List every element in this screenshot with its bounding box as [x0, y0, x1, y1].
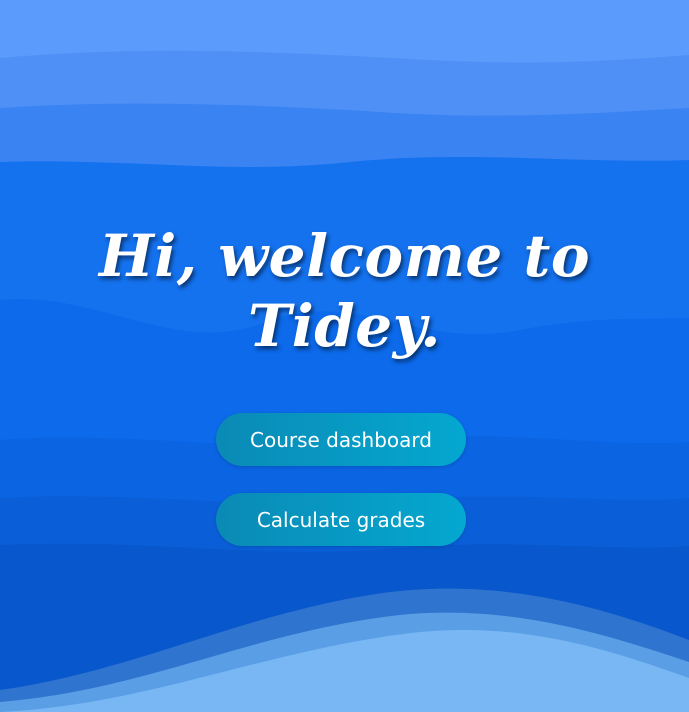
- welcome-heading: Hi, welcome to Tidey.: [98, 222, 591, 360]
- course-dashboard-button[interactable]: Course dashboard: [216, 413, 466, 466]
- calculate-grades-button[interactable]: Calculate grades: [216, 493, 466, 546]
- welcome-screen: Hi, welcome to Tidey. Course dashboard C…: [0, 0, 689, 712]
